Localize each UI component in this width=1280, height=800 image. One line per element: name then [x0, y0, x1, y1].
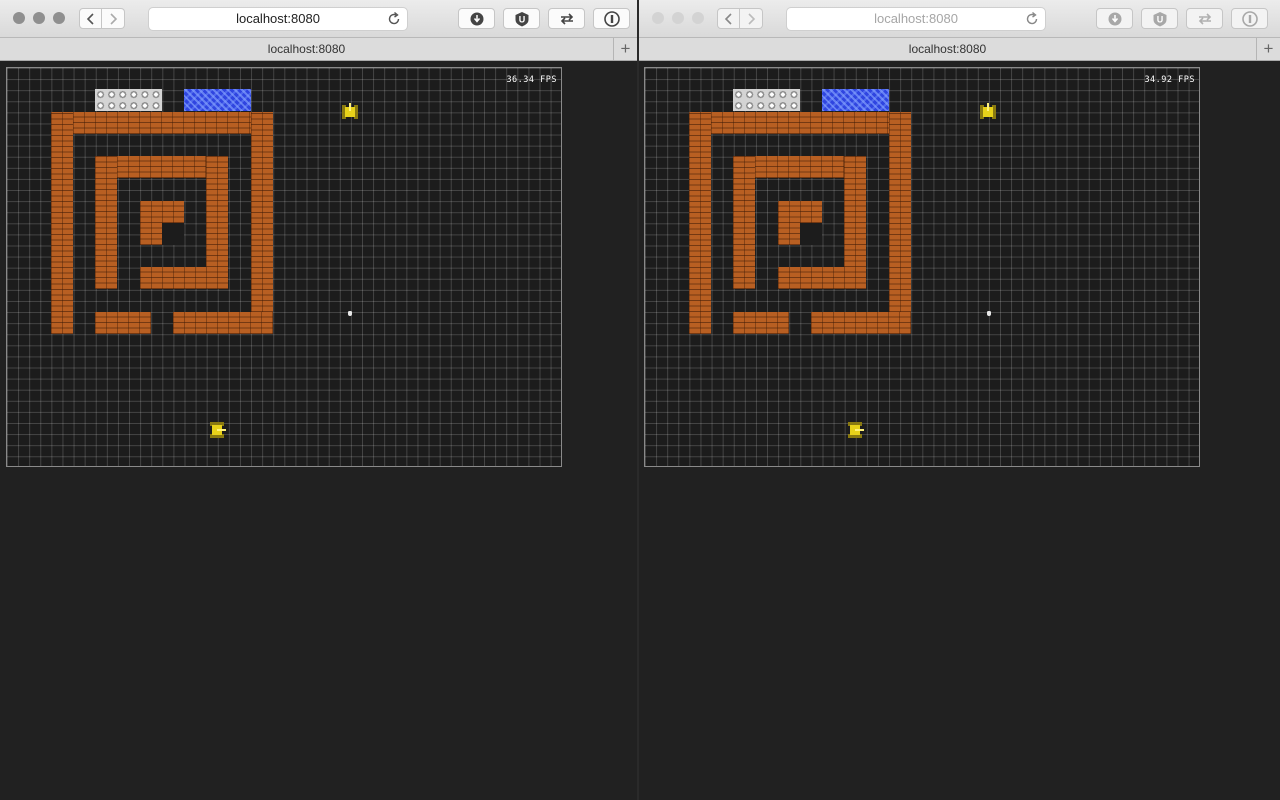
- brick-wall: [689, 112, 911, 134]
- close-window-button[interactable]: [652, 12, 664, 24]
- ublock-icon: U: [515, 11, 528, 26]
- new-tab-button[interactable]: +: [1256, 38, 1280, 60]
- water-tile: [184, 89, 251, 111]
- download-icon: [470, 12, 483, 25]
- brick-wall: [51, 112, 273, 134]
- brick-wall: [173, 312, 273, 334]
- brick-wall: [206, 156, 228, 267]
- forward-button[interactable]: [740, 8, 763, 29]
- brick-gap: [162, 223, 184, 245]
- svg-text:U: U: [1156, 14, 1163, 24]
- tab-bar: localhost:8080 +: [0, 38, 637, 61]
- game-canvas[interactable]: 36.34 FPS: [6, 67, 562, 467]
- brick-wall: [51, 112, 73, 334]
- back-icon: [86, 12, 94, 25]
- download-icon: [1108, 12, 1121, 25]
- address-bar[interactable]: localhost:8080: [148, 7, 408, 31]
- back-button[interactable]: [717, 8, 740, 29]
- player-tank-icon: [210, 422, 226, 438]
- browser-toolbar: localhost:8080 U: [639, 0, 1280, 38]
- player-tank-icon: [848, 422, 864, 438]
- password-manager-button[interactable]: [593, 8, 630, 29]
- enemy-tank-icon: [342, 103, 358, 119]
- reload-icon[interactable]: [1023, 10, 1041, 28]
- transfer-icon: [1198, 12, 1211, 25]
- fps-counter: 36.34 FPS: [506, 75, 557, 85]
- zoom-window-button[interactable]: [53, 12, 65, 24]
- tab-bar: localhost:8080 +: [639, 38, 1280, 61]
- transfer-button[interactable]: [548, 8, 585, 29]
- brick-wall: [778, 267, 866, 289]
- onepassword-icon: [1241, 10, 1258, 27]
- browser-window-right: localhost:8080 U localhost:8080 + 34.92 …: [639, 0, 1280, 800]
- brick-wall: [844, 156, 866, 267]
- password-manager-button[interactable]: [1231, 8, 1268, 29]
- ublock-icon: U: [1153, 11, 1166, 26]
- browser-toolbar: localhost:8080 U: [0, 0, 637, 38]
- water-tile: [822, 89, 889, 111]
- ublock-button[interactable]: U: [1141, 8, 1178, 29]
- ublock-button[interactable]: U: [503, 8, 540, 29]
- forward-icon: [747, 12, 755, 25]
- brick-wall: [140, 267, 228, 289]
- bullet: [348, 311, 352, 316]
- zoom-window-button[interactable]: [692, 12, 704, 24]
- steel-wall: [95, 89, 162, 111]
- browser-window-left: localhost:8080 U localhost:8080 + 36.34 …: [0, 0, 637, 800]
- close-window-button[interactable]: [13, 12, 25, 24]
- tab-title[interactable]: localhost:8080: [0, 38, 613, 60]
- brick-wall: [95, 312, 151, 334]
- downloads-button[interactable]: [458, 8, 495, 29]
- minimize-window-button[interactable]: [33, 12, 45, 24]
- brick-wall: [889, 112, 911, 334]
- bullet: [987, 311, 991, 316]
- url-text: localhost:8080: [874, 11, 958, 26]
- brick-wall: [95, 156, 117, 289]
- reload-icon[interactable]: [385, 10, 403, 28]
- brick-wall: [733, 156, 755, 289]
- forward-button[interactable]: [102, 8, 125, 29]
- fps-counter: 34.92 FPS: [1144, 75, 1195, 85]
- transfer-icon: [560, 12, 573, 25]
- new-tab-button[interactable]: +: [613, 38, 637, 60]
- enemy-tank-icon: [980, 103, 996, 119]
- svg-text:U: U: [518, 14, 525, 24]
- url-text: localhost:8080: [236, 11, 320, 26]
- brick-wall: [689, 112, 711, 334]
- minimize-window-button[interactable]: [672, 12, 684, 24]
- transfer-button[interactable]: [1186, 8, 1223, 29]
- steel-wall: [733, 89, 800, 111]
- tab-title[interactable]: localhost:8080: [639, 38, 1256, 60]
- brick-wall: [811, 312, 911, 334]
- address-bar[interactable]: localhost:8080: [786, 7, 1046, 31]
- forward-icon: [109, 12, 117, 25]
- brick-gap: [800, 223, 822, 245]
- onepassword-icon: [603, 10, 620, 27]
- back-button[interactable]: [79, 8, 102, 29]
- game-canvas[interactable]: 34.92 FPS: [644, 67, 1200, 467]
- brick-wall: [733, 312, 789, 334]
- back-icon: [724, 12, 732, 25]
- brick-wall: [251, 112, 273, 334]
- downloads-button[interactable]: [1096, 8, 1133, 29]
